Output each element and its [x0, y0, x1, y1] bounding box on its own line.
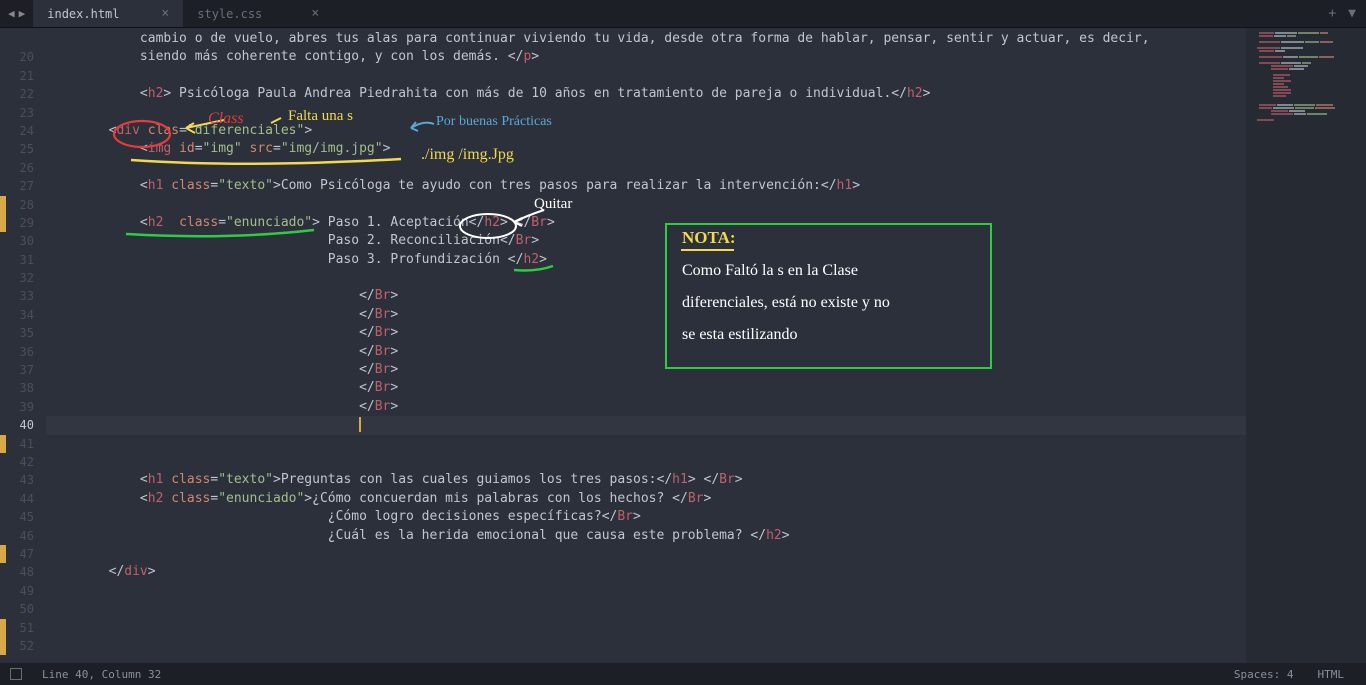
tab-label: style.css	[197, 7, 262, 21]
tab-dropdown-icon[interactable]: ▼	[1348, 6, 1356, 21]
nav-back-icon[interactable]: ◀	[8, 7, 15, 20]
editor-area: 2021222324252627282930313233343536373839…	[0, 28, 1366, 663]
nav-forward-icon[interactable]: ▶	[19, 7, 26, 20]
nav-arrows: ◀ ▶	[0, 0, 33, 27]
line-gutter: 2021222324252627282930313233343536373839…	[0, 28, 46, 663]
tab-label: index.html	[47, 7, 119, 21]
tab-style-css[interactable]: style.css ×	[183, 0, 333, 27]
tab-bar: ◀ ▶ index.html × style.css × + ▼	[0, 0, 1366, 28]
code-editor[interactable]: cambio o de vuelo, abres tus alas para c…	[46, 28, 1246, 663]
console-toggle-icon[interactable]	[10, 668, 22, 680]
tab-controls: + ▼	[1318, 0, 1366, 27]
tab-index-html[interactable]: index.html ×	[33, 0, 183, 27]
new-tab-icon[interactable]: +	[1328, 6, 1336, 21]
close-icon[interactable]: ×	[291, 6, 319, 21]
close-icon[interactable]: ×	[141, 6, 169, 21]
minimap[interactable]	[1246, 28, 1366, 663]
syntax-mode[interactable]: HTML	[1306, 668, 1357, 681]
